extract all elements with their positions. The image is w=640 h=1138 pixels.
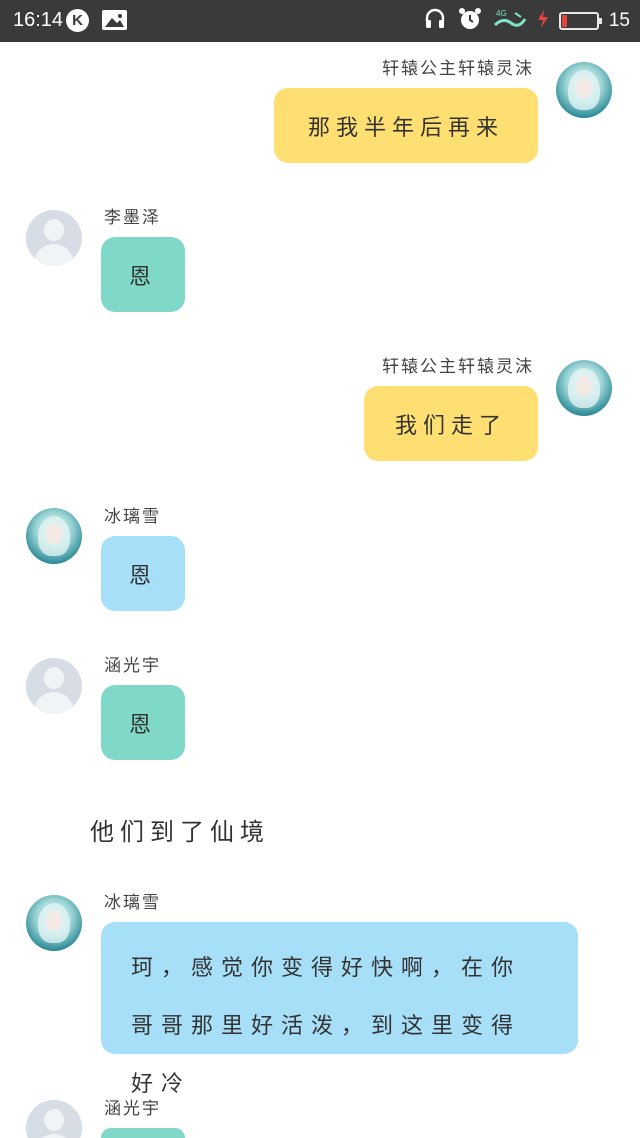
- status-bar: 16:14 K 4G 15: [0, 0, 640, 42]
- message-bubble: 我们走了: [364, 386, 538, 461]
- k-app-icon: K: [66, 9, 89, 32]
- headphones-icon: [423, 7, 447, 35]
- battery-level: 15: [608, 10, 630, 31]
- message-bubble: 那我半年后再来: [274, 88, 538, 163]
- message-bubble: 恩: [101, 536, 185, 611]
- avatar[interactable]: [556, 360, 612, 416]
- avatar[interactable]: [26, 508, 82, 564]
- alarm-icon: [457, 6, 483, 36]
- 4g-signal-icon: 4G: [493, 7, 527, 35]
- sender-name: 轩辕公主轩辕灵沫: [382, 357, 534, 377]
- avatar[interactable]: [26, 895, 82, 951]
- message-bubble: 恩: [101, 237, 185, 312]
- charging-icon: [537, 9, 549, 33]
- sender-name: 轩辕公主轩辕灵沫: [382, 59, 534, 79]
- sender-name: 李墨泽: [104, 208, 161, 228]
- svg-text:4G: 4G: [496, 9, 507, 18]
- avatar[interactable]: [26, 210, 82, 266]
- message-bubble: 恩: [101, 685, 185, 760]
- image-notification-icon: [102, 10, 127, 30]
- message-bubble: [101, 1128, 185, 1138]
- sender-name: 冰璃雪: [104, 893, 161, 913]
- sender-name: 冰璃雪: [104, 507, 161, 527]
- sender-name: 涵光宇: [104, 1099, 161, 1119]
- sender-name: 涵光宇: [104, 656, 161, 676]
- status-time: 16:14: [13, 9, 64, 31]
- avatar[interactable]: [26, 658, 82, 714]
- avatar[interactable]: [556, 62, 612, 118]
- avatar[interactable]: [26, 1100, 82, 1138]
- narration-text: 他们到了仙境: [90, 818, 270, 846]
- message-bubble: 珂，感觉你变得好快啊，在你哥哥那里好活泼，到这里变得好冷: [101, 922, 578, 1097]
- battery-icon: [558, 12, 602, 30]
